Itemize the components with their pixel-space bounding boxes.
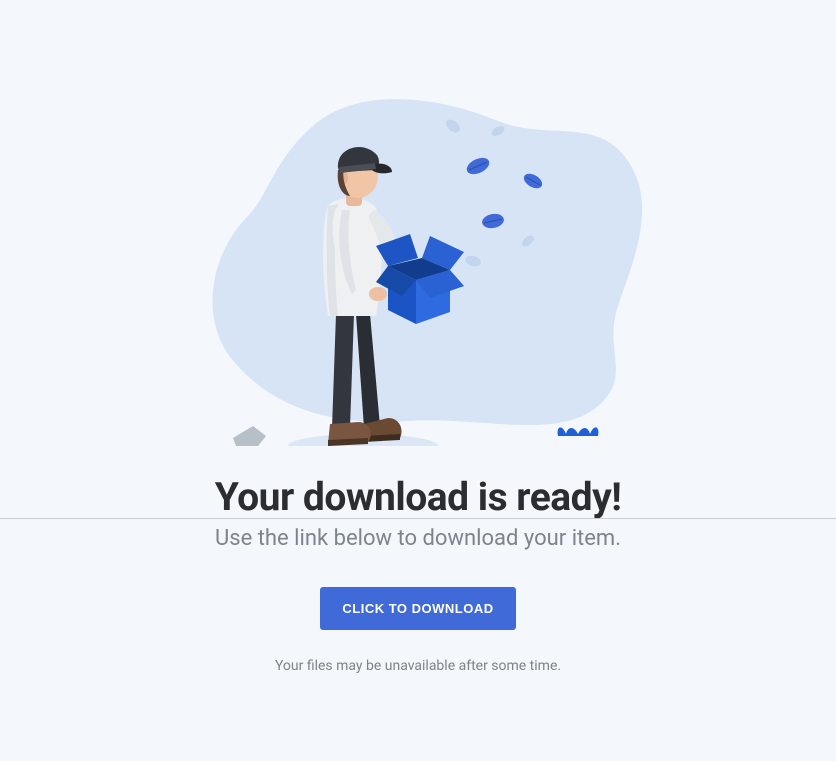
download-title: Your download is ready! [0, 474, 836, 520]
download-subtitle: Use the link below to download your item… [0, 526, 836, 551]
download-illustration [178, 66, 658, 446]
download-ready-panel: Your download is ready! Use the link bel… [0, 0, 836, 674]
download-button[interactable]: CLICK TO DOWNLOAD [320, 587, 515, 630]
download-note: Your files may be unavailable after some… [0, 658, 836, 674]
horizontal-divider [0, 518, 836, 519]
